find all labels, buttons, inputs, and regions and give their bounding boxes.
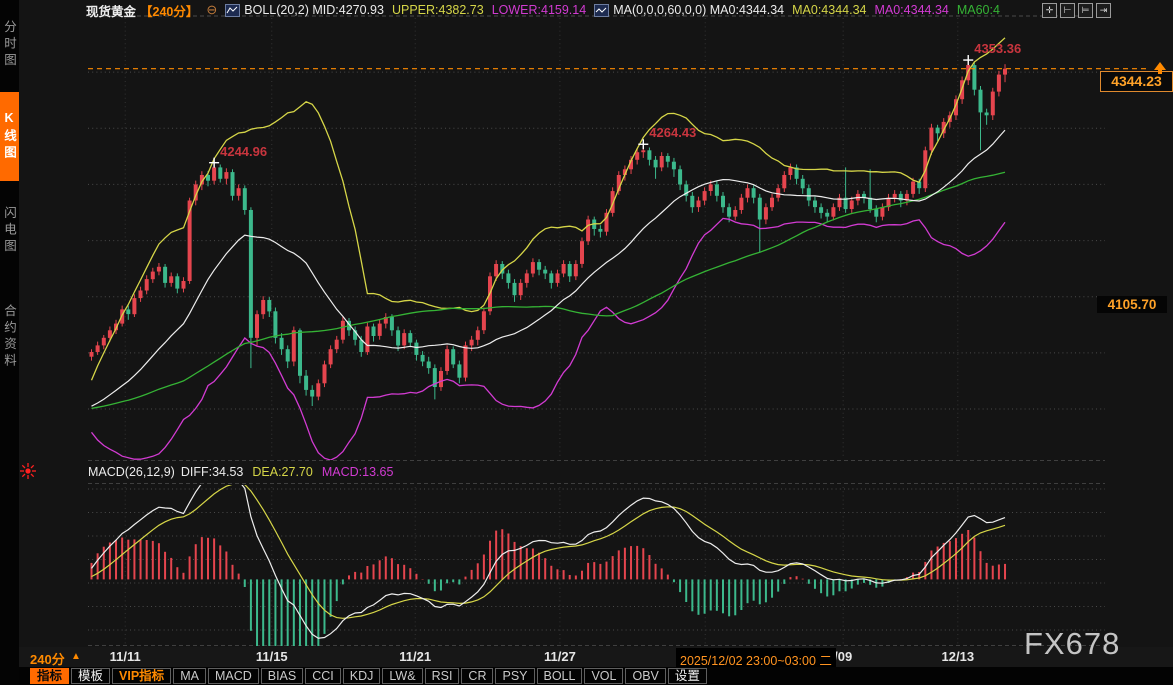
axis-left-icon[interactable]: ⊢ <box>1060 3 1075 18</box>
indicator-toolbar: 指标模板VIP指标MAMACDBIASCCIKDJLW&RSICRPSYBOLL… <box>19 667 1173 685</box>
peak-price-annotation: 4244.96 <box>220 144 267 159</box>
sidebar-item-label: K线图 <box>2 111 16 162</box>
toolbar-item-obv[interactable]: OBV <box>625 668 665 684</box>
indicator-header: 现货黄金 【240分】 ⊖ BOLL(20,2) MID:4270.93 UPP… <box>86 2 1000 18</box>
boll-lower-value: LOWER:4159.14 <box>492 3 587 17</box>
symbol-name: 现货黄金 <box>86 1 136 20</box>
axis-right-icon[interactable]: ⊨ <box>1078 3 1093 18</box>
sidebar: 分时图 K线图 闪电图 合约资料 <box>0 0 19 685</box>
boll-upper-value: UPPER:4382.73 <box>392 3 484 17</box>
kline-chart[interactable] <box>0 0 1173 685</box>
date-tick-label: 11/15 <box>256 649 288 664</box>
toolbar-item-psy[interactable]: PSY <box>495 668 534 684</box>
x-axis-row: 240分 ▲ 2025/12/02 23:00~03:00 二 11/1111/… <box>19 647 1173 667</box>
toolbar-item-kdj[interactable]: KDJ <box>343 668 381 684</box>
secondary-price-label: 4105.70 <box>1097 296 1167 313</box>
sidebar-item-contract-info[interactable]: 合约资料 <box>0 282 19 392</box>
live-indicator-icon <box>20 463 36 479</box>
toolbar-item-rsi[interactable]: RSI <box>425 668 460 684</box>
toolbar-item-vip-indicators[interactable]: VIP指标 <box>112 668 171 684</box>
toolbar-item-ma[interactable]: MA <box>173 668 206 684</box>
ma60-value: MA60:4 <box>957 3 1000 17</box>
ma0-magenta-value: MA0:4344.34 <box>874 3 948 17</box>
toolbar-item-bias[interactable]: BIAS <box>261 668 304 684</box>
toolbar-item-lwr[interactable]: LW& <box>382 668 422 684</box>
boll-mid-value: BOLL(20,2) MID:4270.93 <box>244 3 384 17</box>
boll-indicator-icon[interactable] <box>225 4 240 17</box>
toolbar-item-templates[interactable]: 模板 <box>71 668 110 684</box>
macd-diff-value: DIFF:34.53 <box>181 465 244 479</box>
sidebar-item-kline-chart[interactable]: K线图 <box>0 92 19 181</box>
sidebar-item-timeline-chart[interactable]: 分时图 <box>0 3 19 86</box>
watermark: FX678 <box>1024 626 1120 662</box>
timeframe-up-icon[interactable]: ▲ <box>71 651 81 662</box>
date-tick-label: /09 <box>834 649 852 664</box>
macd-dea-value: DEA:27.70 <box>252 465 312 479</box>
date-tick-label: 12/13 <box>942 649 975 664</box>
toolbar-item-cci[interactable]: CCI <box>305 668 341 684</box>
macd-title: MACD(26,12,9) <box>88 465 175 479</box>
price-up-arrow-icon <box>1152 60 1168 75</box>
collapse-icon[interactable]: ⊖ <box>206 2 217 18</box>
toolbar-item-boll[interactable]: BOLL <box>537 668 583 684</box>
toolbar-item-cr[interactable]: CR <box>461 668 493 684</box>
sidebar-item-label: 闪电图 <box>2 206 16 256</box>
sidebar-item-label: 合约资料 <box>2 304 16 370</box>
peak-price-annotation: 4353.36 <box>974 41 1021 56</box>
shift-right-icon[interactable]: ⇥ <box>1096 3 1111 18</box>
macd-value: MACD:13.65 <box>322 465 394 479</box>
date-tick-label: 11/27 <box>544 649 576 664</box>
timeframe-label: 【240分】 <box>140 1 198 20</box>
macd-header: MACD(26,12,9) DIFF:34.53 DEA:27.70 MACD:… <box>88 465 393 479</box>
timeframe-badge[interactable]: 240分 <box>30 649 65 668</box>
sidebar-item-lightning-chart[interactable]: 闪电图 <box>0 188 19 274</box>
ma0-yellow-value: MA0:4344.34 <box>792 3 866 17</box>
kline-app: 分时图 K线图 闪电图 合约资料 现货黄金 【240分】 ⊖ BOLL(20,2… <box>0 0 1173 685</box>
chart-window-controls: ✛ ⊢ ⊨ ⇥ <box>1042 3 1111 18</box>
sidebar-item-label: 分时图 <box>2 20 16 70</box>
toolbar-item-vol[interactable]: VOL <box>584 668 623 684</box>
toolbar-item-indicators[interactable]: 指标 <box>30 668 69 684</box>
toolbar-item-macd[interactable]: MACD <box>208 668 259 684</box>
ma-indicator-icon[interactable] <box>594 4 609 17</box>
toolbar-item-settings[interactable]: 设置 <box>668 668 707 684</box>
date-tick-label: 11/11 <box>110 649 141 664</box>
date-tick-label: 11/21 <box>399 649 431 664</box>
ma-params-value: MA(0,0,0,60,0,0) MA0:4344.34 <box>613 3 784 17</box>
pan-icon[interactable]: ✛ <box>1042 3 1057 18</box>
peak-price-annotation: 4264.43 <box>649 125 696 140</box>
